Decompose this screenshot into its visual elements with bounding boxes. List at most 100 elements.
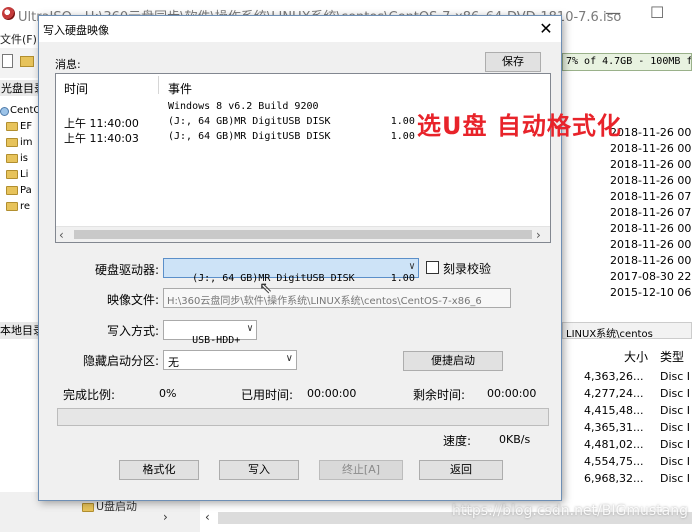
folder-icon: [82, 502, 94, 512]
column-header-size[interactable]: 大小: [624, 348, 648, 365]
scrollbar-thumb[interactable]: [74, 230, 532, 239]
image-file-label: 映像文件:: [106, 293, 159, 307]
date-cell: 2018-11-26 00:: [610, 126, 692, 139]
folder-icon: [6, 153, 18, 163]
date-cell: 2018-11-26 00:: [610, 142, 692, 155]
tree-item[interactable]: EF: [6, 121, 32, 132]
tree-item[interactable]: re: [6, 201, 30, 212]
hidden-partition-value: 无: [168, 356, 179, 369]
date-cell: 2018-11-26 00:: [610, 158, 692, 171]
mouse-cursor-icon: ⇖: [259, 278, 273, 297]
dialog-title: 写入硬盘映像: [43, 24, 109, 37]
column-header-time[interactable]: 时间: [64, 80, 88, 97]
iso-tree: CentO EF im is Li Pa re: [0, 100, 41, 212]
date-cell: 2018-11-26 00:: [610, 222, 692, 235]
scroll-right-icon[interactable]: ›: [536, 228, 541, 242]
column-divider[interactable]: [158, 76, 159, 94]
date-cell: 2018-11-26 07:: [610, 190, 692, 203]
iso-tree-header: 光盘目录: [0, 80, 40, 96]
local-path-field[interactable]: LINUX系统\centos: [562, 322, 692, 339]
drive-select-value: (J:, 64 GB)MR DigitUSB DISK 1.00: [192, 273, 415, 284]
remaining-label: 剩余时间:: [413, 388, 466, 402]
format-button[interactable]: 格式化: [119, 460, 199, 480]
new-file-icon[interactable]: [2, 54, 13, 68]
local-dir-header: 本地目录: [0, 322, 40, 339]
log-event: (J:, 64 GB)MR DigitUSB DISK 1.00: [168, 131, 415, 142]
file-size: 6,968,32...: [584, 472, 644, 485]
tree-item-root[interactable]: CentO: [0, 105, 41, 116]
stop-button[interactable]: 终止[A]: [319, 460, 403, 480]
column-header-type[interactable]: 类型: [660, 348, 684, 365]
file-type: Disc I: [660, 472, 691, 485]
verify-label[interactable]: 刻录校验: [443, 260, 491, 277]
image-file-field[interactable]: H:\360云盘同步\软件\操作系统\LINUX系统\centos\CentOS…: [163, 288, 511, 308]
capacity-indicator: 7% of 4.7GB - 100MB fre: [562, 53, 692, 71]
file-type: Disc I: [660, 421, 691, 434]
tree-item[interactable]: Li: [6, 169, 28, 180]
chevron-down-icon: ∨: [285, 353, 293, 364]
chevron-down-icon: ∨: [408, 261, 415, 272]
file-type: Disc I: [660, 387, 691, 400]
quick-boot-button[interactable]: 便捷启动: [403, 351, 503, 371]
file-size: 4,363,26...: [584, 370, 644, 383]
write-method-select[interactable]: USB-HDD+ ∨: [163, 320, 257, 346]
hidden-partition-label: 隐藏启动分区:: [82, 354, 159, 368]
write-button[interactable]: 写入: [219, 460, 299, 480]
file-size: 4,554,75...: [584, 455, 644, 468]
date-cell: 2018-11-26 00:: [610, 238, 692, 251]
file-size: 4,277,24...: [584, 387, 644, 400]
save-button[interactable]: 保存: [485, 52, 541, 72]
local-file-list: 大小 类型 4,363,26... Disc I 4,277,24... Dis…: [562, 340, 692, 512]
dialog-titlebar: [39, 16, 561, 42]
minimize-icon[interactable]: —: [605, 3, 621, 22]
speed-label: 速度:: [443, 434, 472, 448]
tree-item[interactable]: Pa: [6, 185, 32, 196]
date-cell: 2018-11-26 00:: [610, 254, 692, 267]
date-cell: 2017-08-30 22:: [610, 270, 692, 283]
log-event: Windows 8 v6.2 Build 9200: [168, 101, 319, 112]
file-type: Disc I: [660, 455, 691, 468]
tree-item[interactable]: is: [6, 153, 28, 164]
column-header-event[interactable]: 事件: [168, 80, 192, 97]
open-folder-icon[interactable]: [20, 56, 34, 67]
scroll-left-icon[interactable]: ‹: [59, 228, 64, 242]
date-cell: 2018-11-26 00:: [610, 174, 692, 187]
speed-value: 0KB/s: [499, 433, 531, 446]
messages-label: 消息:: [55, 58, 81, 71]
date-cell: 2018-11-26 07:: [610, 206, 692, 219]
log-time: 上午 11:40:00: [64, 117, 139, 130]
annotation-overlay: 选U盘 自动格式化: [417, 112, 622, 140]
log-horizontal-scrollbar[interactable]: ‹ ›: [56, 226, 550, 242]
elapsed-value: 00:00:00: [307, 387, 357, 400]
write-disk-image-dialog: 写入硬盘映像 ✕ 消息: 保存 时间 事件 Windows 8 v6.2 Bui…: [38, 15, 621, 501]
scroll-left-icon[interactable]: ‹: [205, 510, 210, 524]
drive-select[interactable]: (J:, 64 GB)MR DigitUSB DISK 1.00 ∨: [163, 258, 419, 284]
file-type: Disc I: [660, 404, 691, 417]
complete-label: 完成比例:: [63, 388, 116, 402]
disc-icon: [0, 107, 9, 116]
write-method-value: USB-HDD+: [192, 335, 241, 346]
drive-label: 硬盘驱动器:: [94, 263, 159, 277]
write-method-label: 写入方式:: [106, 324, 159, 338]
back-button[interactable]: 返回: [419, 460, 503, 480]
file-type: Disc I: [660, 438, 691, 451]
progress-bar: [57, 408, 549, 426]
menu-file[interactable]: 文件(F): [0, 31, 37, 47]
watermark: https://blog.csdn.net/BIGmustang: [452, 503, 688, 519]
file-size: 4,415,48...: [584, 404, 644, 417]
folder-icon: [6, 121, 18, 131]
scroll-right-icon[interactable]: ›: [163, 510, 168, 524]
log-event: (J:, 64 GB)MR DigitUSB DISK 1.00: [168, 116, 415, 127]
maximize-icon[interactable]: ☐: [650, 3, 664, 22]
hidden-partition-select[interactable]: 无 ∨: [163, 350, 297, 370]
elapsed-label: 已用时间:: [241, 388, 294, 402]
remaining-value: 00:00:00: [487, 387, 537, 400]
close-icon[interactable]: ✕: [535, 19, 557, 39]
verify-checkbox[interactable]: [426, 261, 439, 274]
folder-icon: [6, 169, 18, 179]
file-size: 4,481,02...: [584, 438, 644, 451]
folder-icon: [6, 201, 18, 211]
background-toolbar: [0, 48, 40, 78]
tree-item[interactable]: im: [6, 137, 33, 148]
file-type: Disc I: [660, 370, 691, 383]
